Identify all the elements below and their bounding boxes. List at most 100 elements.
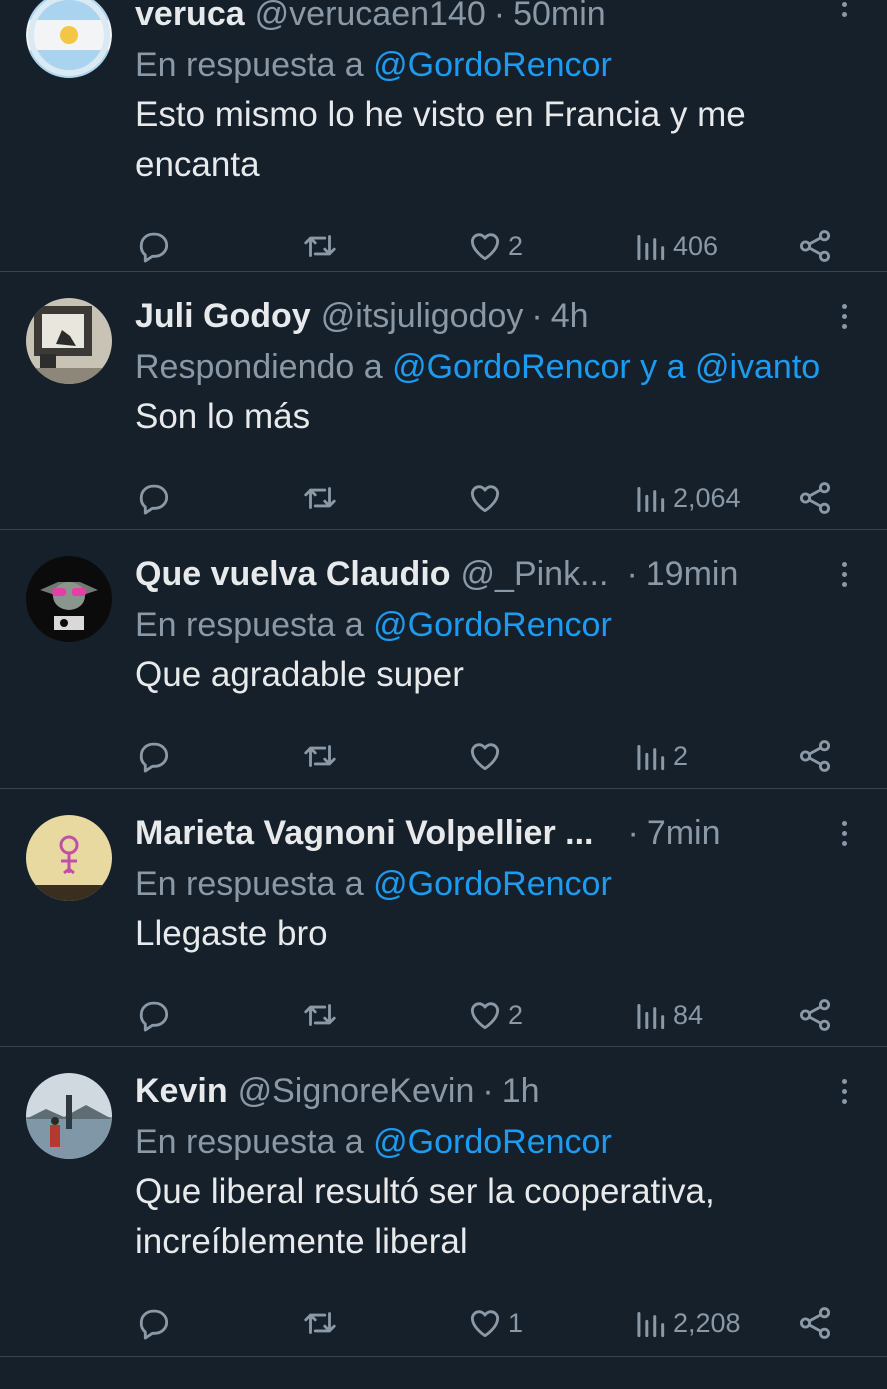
heart-icon [470,233,500,261]
retweet-button[interactable] [301,1283,339,1363]
reply-button[interactable] [135,975,173,1055]
timestamp[interactable]: 19min [646,555,739,594]
retweet-icon [304,745,336,767]
reply-context: En respuesta a @GordoRencor [135,602,887,648]
share-icon [799,482,831,514]
action-bar: 2,064 [135,458,887,538]
author-handle[interactable]: @SignoreKevin [238,1072,475,1111]
author-handle[interactable]: @verucaen140 [255,0,486,34]
reply-header: veruca @verucaen140 · 50min [135,0,887,36]
reply-item[interactable]: Que vuelva Claudio @_Pink... · 19min En … [0,530,887,789]
action-bar: 2 [135,716,887,796]
views-count: 84 [673,999,704,1030]
share-button[interactable] [796,975,834,1055]
avatar[interactable] [26,556,112,642]
like-button[interactable]: 2 [466,975,523,1055]
reply-context: En respuesta a @GordoRencor [135,861,887,907]
share-button[interactable] [796,1283,834,1363]
share-icon [799,740,831,772]
prince-symbol-icon [26,815,112,901]
avatar[interactable] [26,1073,112,1159]
separator-dot: · [626,554,638,593]
retweet-button[interactable] [301,975,339,1055]
heart-icon [470,1310,500,1338]
like-button[interactable]: 1 [466,1283,523,1363]
more-options-icon[interactable] [829,815,859,851]
reply-button[interactable] [135,458,173,538]
avatar[interactable] [26,0,112,78]
reply-header: Que vuelva Claudio @_Pink... · 19min [135,552,887,596]
more-options-icon[interactable] [829,556,859,592]
reply-button[interactable] [135,1283,173,1363]
mention-link[interactable]: @GordoRencor y a @ivanto [392,348,820,386]
more-options-icon[interactable] [829,1073,859,1109]
action-bar: 2 84 [135,975,887,1055]
mention-link[interactable]: @GordoRencor [373,865,612,903]
timestamp[interactable]: 7min [647,814,721,853]
share-icon [799,999,831,1031]
reply-text: Que liberal resultó ser la cooperativa, … [135,1172,715,1261]
views-button[interactable]: 2 [631,716,688,796]
like-count: 1 [508,1307,524,1338]
reply-header: Juli Godoy @itsjuligodoy · 4h [135,294,887,338]
heart-icon [470,485,500,513]
separator-dot: · [493,0,506,33]
share-button[interactable] [796,458,834,538]
views-button[interactable]: 2,208 [631,1283,741,1363]
share-button[interactable] [796,716,834,796]
separator-dot: · [627,813,639,852]
like-button[interactable] [466,716,508,796]
separator-dot: · [531,296,543,335]
author-name[interactable]: Kevin [135,1072,228,1111]
reply-bubble-icon [139,232,169,263]
more-options-icon[interactable] [829,298,859,334]
avatar[interactable] [26,815,112,901]
share-icon [799,230,831,262]
reply-bubble-icon [139,742,169,773]
views-button[interactable]: 84 [631,975,703,1055]
reply-text: Son lo más [135,397,311,436]
separator-dot: · [482,1071,494,1110]
author-handle[interactable]: @_Pink... [461,555,609,594]
timestamp[interactable]: 1h [502,1072,540,1111]
retweet-button[interactable] [301,458,339,538]
reply-bubble-icon [139,484,169,515]
reply-bubble-icon [139,1001,169,1032]
author-name[interactable]: Marieta Vagnoni Volpellier ... [135,814,594,853]
retweet-icon [304,235,336,257]
author-name[interactable]: Juli Godoy [135,297,311,336]
reply-item[interactable]: Kevin @SignoreKevin · 1h En respuesta a … [0,1047,887,1357]
context-prefix: En respuesta a [135,606,374,644]
reply-text: Que agradable super [135,655,464,694]
reply-item[interactable]: Marieta Vagnoni Volpellier ... · 7min En… [0,789,887,1047]
author-handle[interactable]: @itsjuligodoy [321,297,524,336]
avatar[interactable] [26,298,112,384]
views-chart-icon [637,744,665,771]
reply-item[interactable]: Juli Godoy @itsjuligodoy · 4h Respondien… [0,272,887,530]
like-button[interactable] [466,458,508,538]
context-prefix: En respuesta a [135,1123,374,1161]
heart-icon [470,1002,500,1030]
reply-button[interactable] [135,716,173,796]
retweet-button[interactable] [301,716,339,796]
context-prefix: En respuesta a [135,46,374,84]
views-count: 2 [673,740,689,771]
like-count: 2 [508,230,524,261]
views-count: 406 [673,230,719,261]
reply-text: Llegaste bro [135,914,328,953]
more-options-icon[interactable] [829,0,859,22]
mention-link[interactable]: @GordoRencor [373,46,612,84]
views-count: 2,208 [673,1307,741,1338]
mention-link[interactable]: @GordoRencor [373,606,612,644]
reply-item[interactable]: veruca @verucaen140 · 50min En respuesta… [0,0,887,272]
author-name[interactable]: Que vuelva Claudio [135,555,451,594]
author-name[interactable]: veruca [135,0,245,34]
views-button[interactable]: 2,064 [631,458,741,538]
reply-text: Esto mismo lo he visto en Francia y me e… [135,95,746,184]
like-count: 2 [508,999,524,1030]
mention-link[interactable]: @GordoRencor [373,1123,612,1161]
timestamp[interactable]: 50min [513,0,606,34]
reply-header: Kevin @SignoreKevin · 1h [135,1069,887,1113]
timestamp[interactable]: 4h [551,297,589,336]
lake-photo-icon [26,1073,112,1159]
